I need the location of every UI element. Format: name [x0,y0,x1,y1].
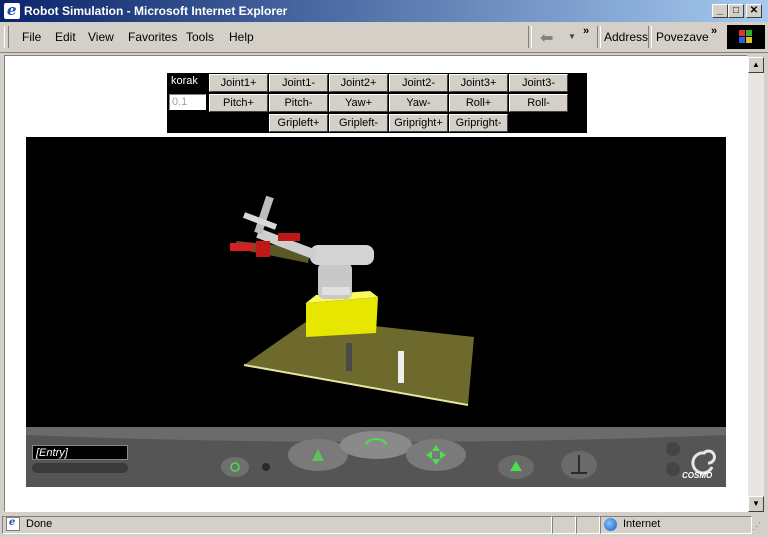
step-input[interactable] [169,94,206,110]
control-panel: korak Joint1+ Joint1- Joint2+ Joint2- Jo… [167,73,587,133]
resize-grip-icon[interactable]: ⋰ [752,521,764,533]
toolbar-separator [648,26,652,48]
minimize-button[interactable]: _ [712,4,728,18]
post-dark [346,343,352,371]
joint2-minus-button[interactable]: Joint2- [389,74,448,92]
scroll-down-icon[interactable]: ▼ [748,496,764,512]
yaw-minus-button[interactable]: Yaw- [389,94,448,112]
menu-help[interactable]: Help [229,30,254,44]
pitch-plus-button[interactable]: Pitch+ [209,94,268,112]
gripright-minus-button[interactable]: Gripright- [449,114,508,132]
window-title: Robot Simulation - Microsoft Internet Ex… [24,4,288,18]
robot-scene [230,195,474,406]
window-title-bar: Robot Simulation - Microsoft Internet Ex… [0,0,768,22]
cosmo-dashboard: [Entry] COSMO [26,427,726,487]
back-dropdown-icon[interactable]: ▼ [568,32,576,41]
status-bar: e Done Internet ⋰ [0,513,768,537]
windows-logo-icon [727,25,765,49]
viewpoint-dropdown-icon[interactable] [32,463,128,473]
dashboard-graphics [26,427,726,487]
page-content: korak Joint1+ Joint1- Joint2+ Joint2- Jo… [4,55,748,512]
robot-shoulder [310,245,374,265]
robot-column-ring [322,287,350,295]
menu-bar: File Edit View Favorites Tools Help ⬅ ▼ … [0,22,768,53]
roll-minus-button[interactable]: Roll- [509,94,568,112]
toolbar-separator [597,26,601,48]
info-icon[interactable] [666,462,680,476]
rotate-nav-icon[interactable] [340,431,412,459]
vertical-scrollbar[interactable]: ▲ ▼ [748,57,764,512]
ie-app-icon [4,1,20,19]
links-label[interactable]: Povezave [656,30,709,44]
menu-tools[interactable]: Tools [186,30,214,44]
cosmo-brand: COSMO [682,471,713,480]
robot-base [306,297,378,337]
status-pane-3 [576,516,600,534]
gripper-left [230,243,254,251]
close-button[interactable]: ✕ [746,4,762,18]
menu-grip[interactable] [4,26,9,48]
step-label: korak [171,75,198,87]
pan-nav-icon[interactable] [406,439,466,471]
vrml-3d-viewer[interactable] [26,137,726,427]
zone-text: Internet [623,518,661,530]
maximize-button[interactable]: □ [728,4,744,18]
menu-edit[interactable]: Edit [55,30,76,44]
back-arrow-icon[interactable]: ⬅ [540,28,553,48]
status-pane-2 [552,516,576,534]
address-label[interactable]: Address [604,30,648,44]
gripleft-plus-button[interactable]: Gripleft+ [269,114,328,132]
pitch-minus-button[interactable]: Pitch- [269,94,328,112]
menu-favorites[interactable]: Favorites [128,30,177,44]
target-icon[interactable] [221,457,249,477]
robot-forearm [254,195,274,235]
toolbar-chevron-icon[interactable]: » [583,25,589,37]
menu-view[interactable]: View [88,30,114,44]
joint3-plus-button[interactable]: Joint3+ [449,74,508,92]
gripright-plus-button[interactable]: Gripright+ [389,114,448,132]
toolbar-separator [528,26,532,48]
yaw-plus-button[interactable]: Yaw+ [329,94,388,112]
joint1-plus-button[interactable]: Joint1+ [209,74,268,92]
post-light [398,351,404,383]
wrist-joint [256,241,270,257]
help-icon[interactable] [666,442,680,456]
menu-file[interactable]: File [22,30,41,44]
joint1-minus-button[interactable]: Joint1- [269,74,328,92]
status-pane-main [2,516,552,534]
gripleft-minus-button[interactable]: Gripleft- [329,114,388,132]
roll-plus-button[interactable]: Roll+ [449,94,508,112]
joint3-minus-button[interactable]: Joint3- [509,74,568,92]
links-chevron-icon[interactable]: » [711,25,717,37]
viewpoint-entry[interactable]: [Entry] [32,445,128,460]
scroll-up-icon[interactable]: ▲ [748,57,764,73]
gripper-right [278,233,300,241]
joint2-plus-button[interactable]: Joint2+ [329,74,388,92]
internet-zone-icon [604,518,617,531]
status-text: Done [26,518,53,530]
